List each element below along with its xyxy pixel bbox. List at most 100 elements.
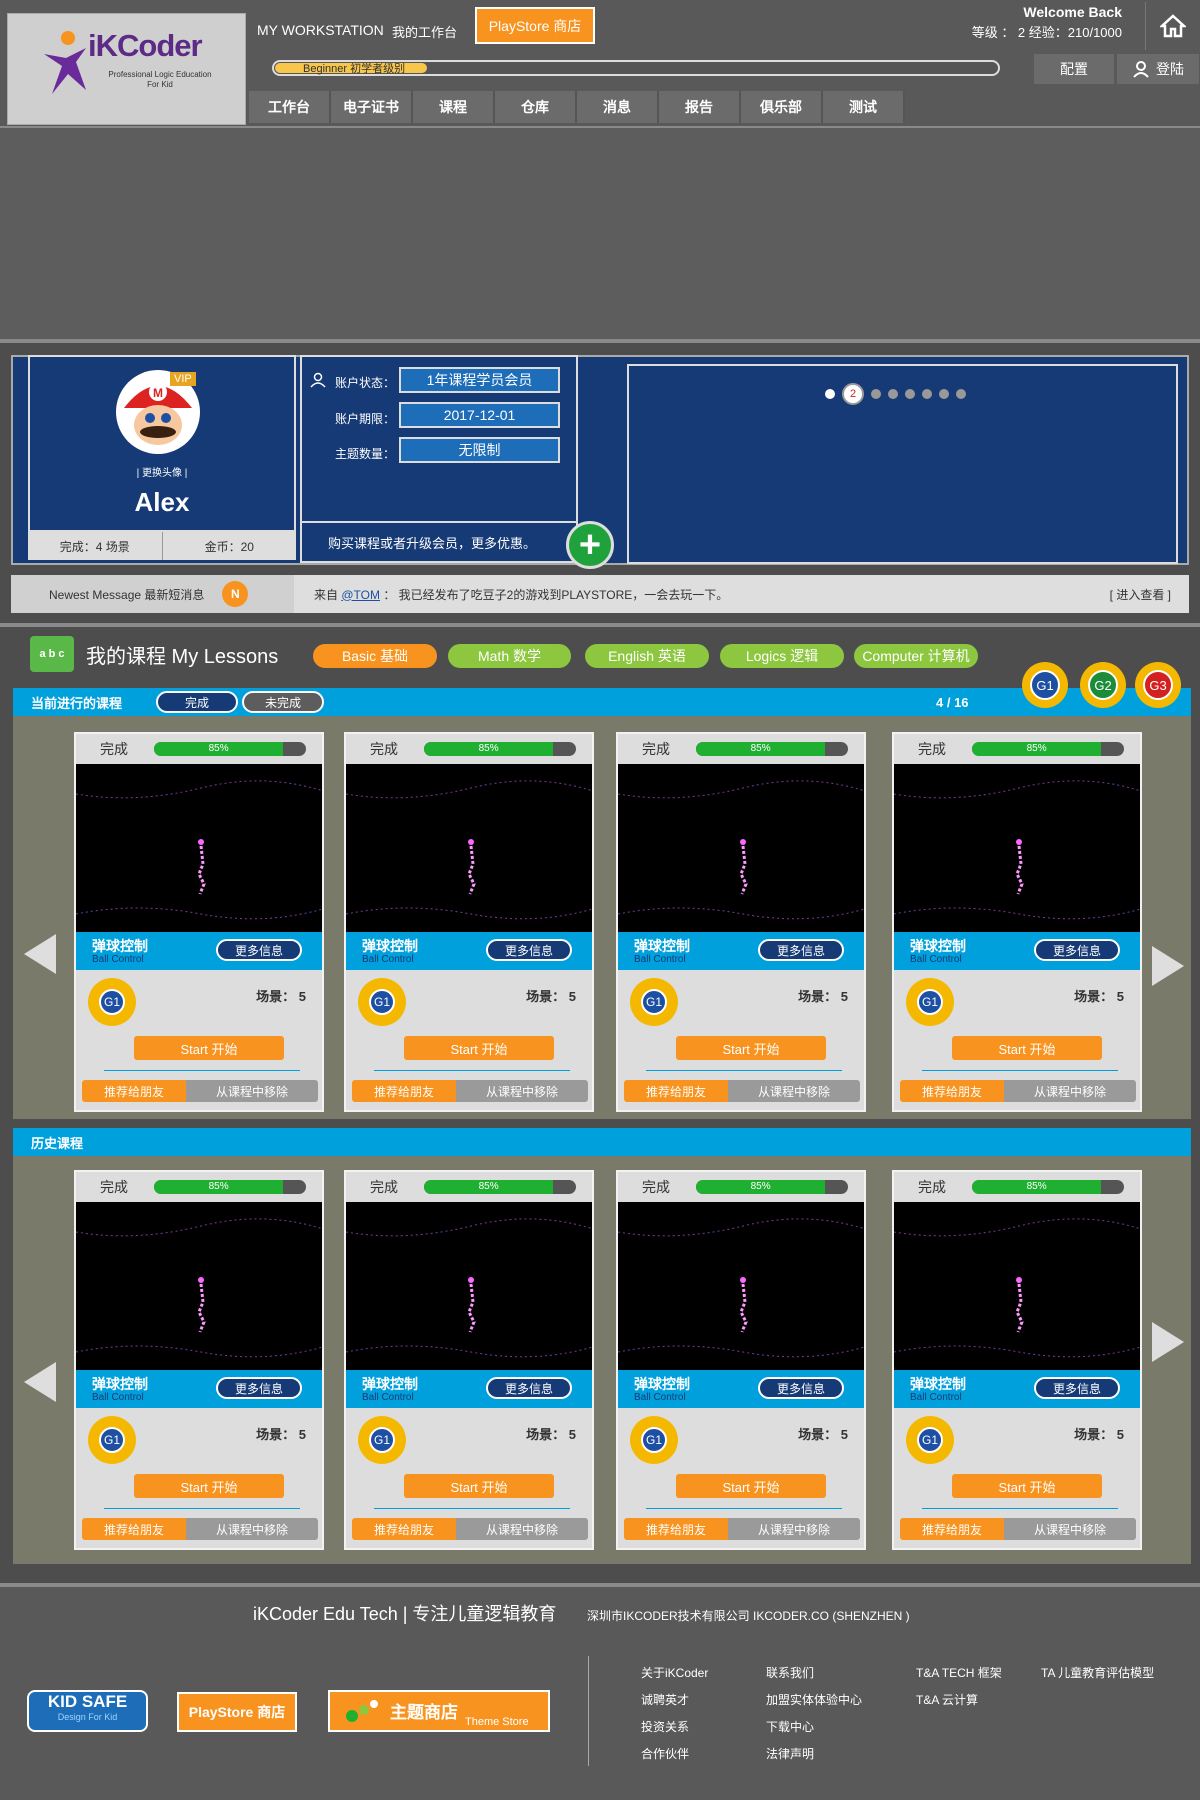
config-button[interactable]: 配置: [1034, 54, 1114, 84]
card-preview[interactable]: [618, 1202, 864, 1370]
footer-link[interactable]: 联系我们: [766, 1660, 862, 1687]
start-button[interactable]: Start 开始: [952, 1036, 1102, 1060]
slide-dot[interactable]: [825, 389, 835, 399]
remove-course-button[interactable]: 从课程中移除: [728, 1080, 860, 1102]
nav-item-test[interactable]: 测试: [823, 91, 905, 123]
more-info-button[interactable]: 更多信息: [1034, 939, 1120, 961]
slide-dot[interactable]: [888, 389, 898, 399]
recommend-button[interactable]: 推荐给朋友: [624, 1518, 728, 1540]
prev-arrow-icon[interactable]: [24, 934, 56, 974]
category-logics[interactable]: Logics 逻辑: [720, 644, 844, 668]
nav-item-club[interactable]: 俱乐部: [741, 91, 823, 123]
remove-course-button[interactable]: 从课程中移除: [456, 1080, 588, 1102]
more-info-button[interactable]: 更多信息: [758, 939, 844, 961]
slide-dot[interactable]: [956, 389, 966, 399]
nav-item-certificates[interactable]: 电子证书: [331, 91, 413, 123]
footer-link[interactable]: 加盟实体体验中心: [766, 1687, 862, 1714]
start-button[interactable]: Start 开始: [404, 1474, 554, 1498]
more-info-button[interactable]: 更多信息: [216, 1377, 302, 1399]
divider: [588, 1656, 589, 1766]
start-button[interactable]: Start 开始: [676, 1474, 826, 1498]
footer-link[interactable]: 下载中心: [766, 1714, 862, 1741]
start-button[interactable]: Start 开始: [676, 1036, 826, 1060]
filter-done-toggle[interactable]: 完成: [156, 691, 238, 713]
grade-g3-badge[interactable]: G3: [1135, 662, 1181, 708]
footer-link[interactable]: T&A 云计算: [916, 1687, 1002, 1714]
card-progress-fill: 85%: [154, 742, 284, 756]
remove-course-button[interactable]: 从课程中移除: [728, 1518, 860, 1540]
more-info-button[interactable]: 更多信息: [1034, 1377, 1120, 1399]
footer-link[interactable]: 合作伙伴: [641, 1741, 708, 1768]
recommend-button[interactable]: 推荐给朋友: [900, 1080, 1004, 1102]
recommend-button[interactable]: 推荐给朋友: [82, 1080, 186, 1102]
nav-item-reports[interactable]: 报告: [659, 91, 741, 123]
next-arrow-icon[interactable]: [1152, 1322, 1184, 1362]
nav-item-warehouse[interactable]: 仓库: [495, 91, 577, 123]
view-message-link[interactable]: [ 进入查看 ]: [1110, 586, 1189, 603]
card-preview[interactable]: [894, 764, 1140, 932]
start-button[interactable]: Start 开始: [404, 1036, 554, 1060]
change-avatar-link[interactable]: | 更换头像 |: [28, 464, 296, 479]
playstore-button[interactable]: PlayStore 商店: [475, 7, 595, 44]
category-computer[interactable]: Computer 计算机: [854, 644, 978, 668]
card-progress-fill: 85%: [972, 1180, 1102, 1194]
start-button[interactable]: Start 开始: [134, 1036, 284, 1060]
card-preview[interactable]: [76, 1202, 322, 1370]
theme-store-button[interactable]: 主题商店 Theme Store: [328, 1690, 550, 1732]
more-info-button[interactable]: 更多信息: [758, 1377, 844, 1399]
new-message-badge[interactable]: N: [222, 581, 249, 607]
remove-course-button[interactable]: 从课程中移除: [1004, 1518, 1136, 1540]
card-preview[interactable]: [618, 764, 864, 932]
start-button[interactable]: Start 开始: [134, 1474, 284, 1498]
footer-link[interactable]: 关于iKCoder: [641, 1660, 708, 1687]
upgrade-plus-button[interactable]: +: [566, 521, 614, 569]
kid-safe-badge[interactable]: KID SAFE Design For Kid: [27, 1690, 148, 1732]
login-button[interactable]: 登陆: [1117, 54, 1199, 84]
nav-item-workbench[interactable]: 工作台: [249, 91, 331, 123]
card-grade-label: G1: [99, 1427, 125, 1453]
more-info-button[interactable]: 更多信息: [486, 1377, 572, 1399]
remove-course-button[interactable]: 从课程中移除: [1004, 1080, 1136, 1102]
slide-dot[interactable]: [905, 389, 915, 399]
divider: [0, 623, 1200, 627]
footer-link[interactable]: 投资关系: [641, 1714, 708, 1741]
grade-g1-badge[interactable]: G1: [1022, 662, 1068, 708]
card-progress-bar: 85%: [154, 1180, 306, 1194]
category-english[interactable]: English 英语: [585, 644, 709, 668]
card-preview[interactable]: [346, 764, 592, 932]
slide-dot[interactable]: [939, 389, 949, 399]
footer-link[interactable]: 诚聘英才: [641, 1687, 708, 1714]
next-arrow-icon[interactable]: [1152, 946, 1184, 986]
remove-course-button[interactable]: 从课程中移除: [456, 1518, 588, 1540]
category-math[interactable]: Math 数学: [448, 644, 571, 668]
slide-dot[interactable]: [922, 389, 932, 399]
card-preview[interactable]: [894, 1202, 1140, 1370]
category-basic[interactable]: Basic 基础: [313, 644, 437, 668]
home-button[interactable]: [1145, 2, 1199, 50]
footer-link[interactable]: 法律声明: [766, 1741, 862, 1768]
card-preview[interactable]: [76, 764, 322, 932]
more-info-button[interactable]: 更多信息: [216, 939, 302, 961]
recommend-button[interactable]: 推荐给朋友: [82, 1518, 186, 1540]
filter-undone-toggle[interactable]: 未完成: [242, 691, 324, 713]
recommend-button[interactable]: 推荐给朋友: [624, 1080, 728, 1102]
recommend-button[interactable]: 推荐给朋友: [352, 1518, 456, 1540]
message-sender-link[interactable]: @TOM: [341, 588, 380, 602]
prev-arrow-icon[interactable]: [24, 1362, 56, 1402]
footer-link[interactable]: TA 儿童教育评估模型: [1041, 1660, 1154, 1687]
slide-dot-current[interactable]: 2: [842, 383, 864, 405]
more-info-button[interactable]: 更多信息: [486, 939, 572, 961]
recommend-button[interactable]: 推荐给朋友: [352, 1080, 456, 1102]
nav-item-messages[interactable]: 消息: [577, 91, 659, 123]
start-button[interactable]: Start 开始: [952, 1474, 1102, 1498]
remove-course-button[interactable]: 从课程中移除: [186, 1518, 318, 1540]
recommend-button[interactable]: 推荐给朋友: [900, 1518, 1004, 1540]
footer-link[interactable]: T&A TECH 框架: [916, 1660, 1002, 1687]
card-subtitle: Ball Control: [910, 954, 962, 965]
card-preview[interactable]: [346, 1202, 592, 1370]
remove-course-button[interactable]: 从课程中移除: [186, 1080, 318, 1102]
slide-dot[interactable]: [871, 389, 881, 399]
nav-item-courses[interactable]: 课程: [413, 91, 495, 123]
footer-playstore-button[interactable]: PlayStore 商店: [177, 1692, 297, 1732]
grade-g2-badge[interactable]: G2: [1080, 662, 1126, 708]
